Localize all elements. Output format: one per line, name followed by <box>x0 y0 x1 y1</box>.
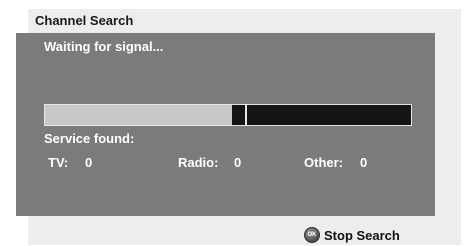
search-status: Waiting for signal... <box>44 39 164 54</box>
ok-button-icon[interactable]: OK <box>304 227 320 243</box>
progress-fill <box>45 105 232 125</box>
progress-marker <box>244 105 247 125</box>
other-count-value: 0 <box>360 155 368 170</box>
service-counts: TV: 0 Radio: 0 Other: 0 <box>16 155 435 171</box>
stop-search-button[interactable]: OK Stop Search <box>304 227 400 243</box>
stop-search-label: Stop Search <box>324 227 400 243</box>
tv-count-label: TV: <box>48 155 69 170</box>
search-progress-bar <box>44 104 412 126</box>
tv-count-value: 0 <box>85 155 93 170</box>
radio-count-label: Radio: <box>178 155 219 170</box>
other-count-label: Other: <box>304 155 343 170</box>
radio-count-value: 0 <box>234 155 242 170</box>
search-panel: Waiting for signal... Service found: TV:… <box>16 33 435 216</box>
service-found-label: Service found: <box>44 131 135 146</box>
window-title: Channel Search <box>35 13 134 28</box>
